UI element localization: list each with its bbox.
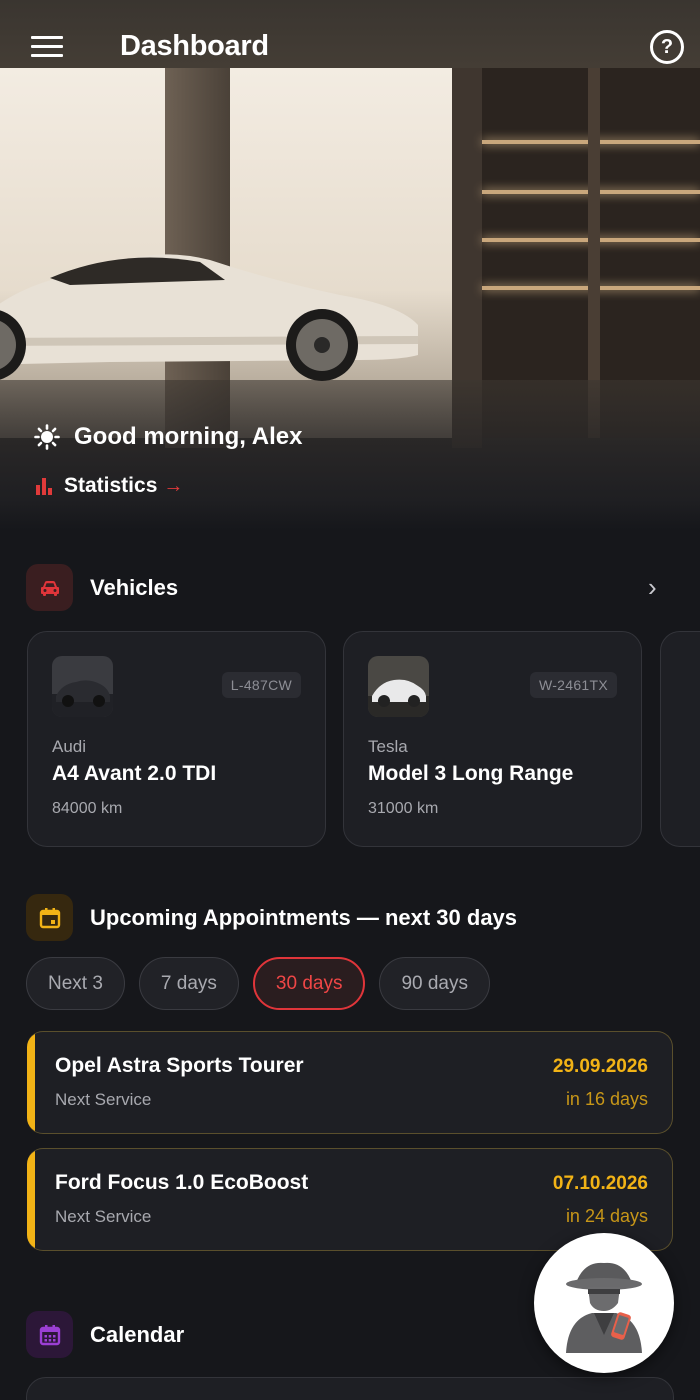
vehicle-model: Model 3 Long Range <box>368 762 574 785</box>
vehicle-make: Tesla <box>368 737 408 756</box>
help-icon[interactable]: ? <box>650 30 684 64</box>
calendar-card[interactable] <box>26 1377 674 1400</box>
spy-agent-icon <box>566 1262 642 1353</box>
appointment-vehicle: Ford Focus 1.0 EcoBoost <box>55 1171 309 1194</box>
vehicles-title: Vehicles <box>90 574 179 600</box>
car-image <box>0 254 418 381</box>
vehicles-header[interactable]: Vehicles <box>26 564 178 611</box>
appointments-title: Upcoming Appointments — next 30 days <box>90 904 518 930</box>
appointment-filter-group: Next 3 7 days 30 days 90 days <box>26 957 490 1010</box>
filter-chip-30-days[interactable]: 30 days <box>252 957 366 1010</box>
chevron-right-icon[interactable]: › <box>648 574 670 600</box>
vehicle-card[interactable]: L-487CW Audi A4 Avant 2.0 TDI 84000 km <box>27 631 326 847</box>
greeting: Good morning, Alex <box>34 423 302 451</box>
vehicle-model: A4 Avant 2.0 TDI <box>52 762 217 785</box>
sun-icon <box>34 424 60 450</box>
filter-chip-7-days[interactable]: 7 days <box>138 957 239 1010</box>
appointment-item[interactable]: Opel Astra Sports Tourer Next Service 29… <box>27 1031 673 1134</box>
vehicle-thumbnail <box>52 656 113 717</box>
vehicle-make: Audi <box>52 737 87 756</box>
appointment-status-bar <box>27 1149 35 1250</box>
appointment-item[interactable]: Ford Focus 1.0 EcoBoost Next Service 07.… <box>27 1148 673 1251</box>
appointment-type: Next Service <box>55 1090 152 1109</box>
appointment-date: 07.10.2026 <box>552 1173 648 1194</box>
assistant-fab[interactable] <box>534 1233 674 1373</box>
hamburger-menu-icon[interactable] <box>31 36 63 58</box>
appointment-date: 29.09.2026 <box>552 1056 648 1077</box>
filter-chip-90-days[interactable]: 90 days <box>379 957 490 1010</box>
statistics-link[interactable]: Statistics → <box>36 474 183 498</box>
license-plate: W-2461TX <box>529 672 617 698</box>
greeting-text: Good morning, Alex <box>74 423 303 450</box>
bar-chart-icon <box>36 477 54 495</box>
hero-floor <box>0 380 700 530</box>
vehicle-card[interactable] <box>660 631 700 847</box>
vehicle-mileage: 84000 km <box>52 800 123 817</box>
appointment-relative-time: in 24 days <box>565 1206 648 1226</box>
top-app-bar: Dashboard ? <box>0 0 700 96</box>
appointments-header: Upcoming Appointments — next 30 days <box>26 894 517 941</box>
arrow-right-icon: → <box>163 474 184 497</box>
appointment-status-bar <box>27 1032 35 1133</box>
calendar-icon <box>26 1311 73 1358</box>
statistics-label: Statistics <box>64 474 158 497</box>
page-title: Dashboard <box>120 30 269 62</box>
appointment-relative-time: in 16 days <box>565 1089 648 1109</box>
license-plate: L-487CW <box>221 672 301 698</box>
vehicle-mileage: 31000 km <box>368 800 439 817</box>
appointment-type: Next Service <box>55 1207 152 1226</box>
vehicle-card[interactable]: W-2461TX Tesla Model 3 Long Range 31000 … <box>343 631 642 847</box>
calendar-event-icon <box>26 894 73 941</box>
appointment-vehicle: Opel Astra Sports Tourer <box>55 1054 304 1077</box>
car-icon <box>26 564 73 611</box>
calendar-title: Calendar <box>90 1321 185 1347</box>
vehicle-thumbnail <box>368 656 429 717</box>
filter-chip-next-3[interactable]: Next 3 <box>26 957 125 1010</box>
calendar-header: Calendar <box>26 1311 184 1358</box>
